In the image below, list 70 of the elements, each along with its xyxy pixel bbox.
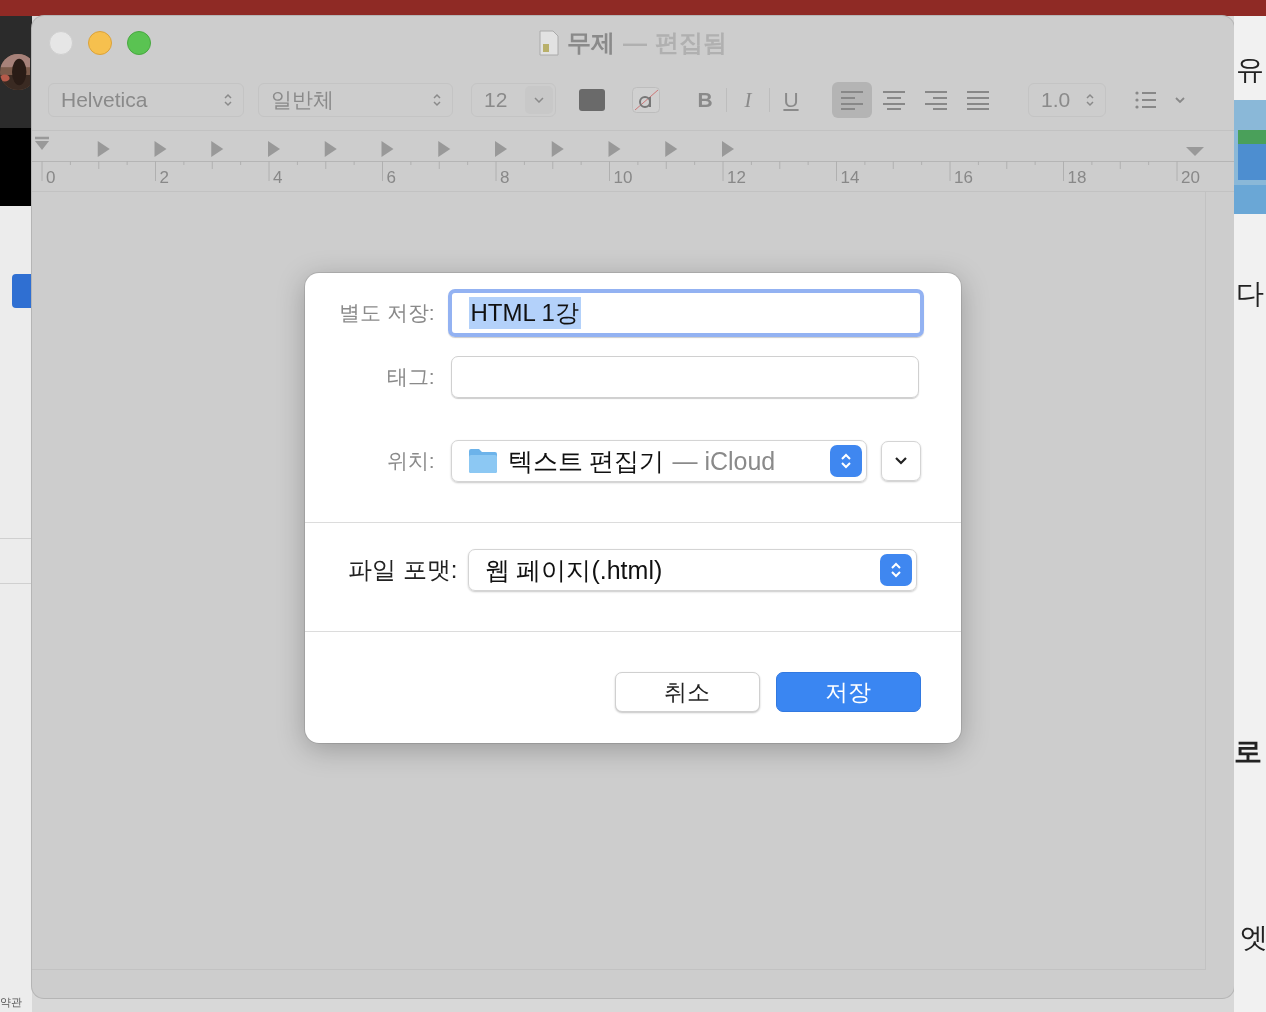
font-popup[interactable]: Helvetica: [48, 83, 244, 117]
expand-button[interactable]: [880, 441, 921, 481]
zoom-button[interactable]: [127, 31, 151, 55]
ruler-number: 8: [500, 168, 510, 187]
tab-stop-icon[interactable]: [495, 141, 507, 157]
window-title: 무제: [567, 28, 615, 58]
bold-button[interactable]: B: [692, 88, 718, 112]
stepper-icon: [829, 445, 862, 477]
stepper-icon: [879, 554, 912, 586]
align-center-icon: [882, 90, 906, 110]
updown-arrows-icon: [1085, 92, 1095, 108]
tab-stop-icon[interactable]: [438, 141, 451, 157]
underline-button[interactable]: U: [778, 88, 804, 112]
ruler-number: 20: [1181, 168, 1200, 187]
tab-stop-icon[interactable]: [551, 141, 564, 157]
title-separator: —: [623, 29, 647, 57]
location-label: 위치:: [385, 448, 435, 474]
dropdown-button[interactable]: [525, 86, 553, 114]
line-spacing-popup[interactable]: 1.0: [1028, 83, 1106, 117]
align-left-icon: [840, 90, 864, 110]
highlight-color-icon[interactable]: [632, 87, 660, 113]
background-text: 로: [1234, 738, 1262, 766]
align-justify-icon: [966, 90, 990, 110]
minimize-button[interactable]: [88, 31, 112, 55]
updown-arrows-icon: [432, 92, 442, 108]
font-size-field[interactable]: 12: [471, 83, 556, 117]
background-text: 엣: [1240, 924, 1266, 952]
footer-link[interactable]: 약관: [0, 995, 32, 1012]
folder-icon: [467, 448, 498, 474]
tab-stop-icon[interactable]: [722, 141, 734, 157]
location-popup[interactable]: 텍스트 편집기 — iCloud: [450, 440, 867, 482]
close-button[interactable]: [49, 31, 73, 55]
right-margin-marker-icon[interactable]: [1186, 147, 1204, 156]
save-button[interactable]: 저장: [775, 672, 921, 712]
typeface-popup[interactable]: 일반체: [258, 83, 453, 117]
background-text: 유: [1236, 56, 1264, 84]
italic-button[interactable]: I: [735, 87, 761, 113]
cancel-button[interactable]: 취소: [614, 672, 760, 712]
tab-stop-icon[interactable]: [608, 141, 621, 157]
tags-field[interactable]: [450, 356, 919, 398]
ruler-number: 6: [386, 168, 396, 187]
ruler-number: 4: [273, 168, 283, 187]
file-format-label: 파일 포맷:: [347, 555, 458, 585]
updown-arrows-icon: [223, 92, 233, 108]
tab-stop-icon[interactable]: [211, 141, 224, 157]
indent-marker-icon[interactable]: [35, 136, 49, 150]
ruler-number: 2: [159, 168, 169, 187]
align-left-button[interactable]: [832, 82, 872, 118]
ruler-number: 0: [46, 168, 56, 187]
ruler-number: 10: [613, 168, 633, 187]
document-icon: [539, 30, 559, 56]
tab-stop-icon[interactable]: [665, 141, 678, 157]
tab-stop-icon[interactable]: [381, 141, 394, 157]
tab-stop-icon[interactable]: [324, 141, 337, 157]
file-format-popup[interactable]: 웹 페이지(.html): [467, 549, 917, 591]
align-right-icon: [924, 90, 948, 110]
tab-stop-icon[interactable]: [97, 141, 110, 157]
text-color-well[interactable]: [579, 89, 605, 111]
background-text: 다: [1236, 280, 1264, 308]
ruler-number: 12: [727, 168, 746, 187]
tab-stop-icon[interactable]: [154, 141, 167, 157]
ruler-number: 14: [840, 168, 860, 187]
chevron-down-icon: [534, 97, 544, 103]
ruler-number: 16: [954, 168, 973, 187]
chevron-down-icon: [893, 456, 908, 466]
ruler-number: 18: [1067, 168, 1087, 187]
tags-label: 태그:: [385, 364, 435, 390]
file-name-field[interactable]: HTML 1강: [447, 289, 924, 337]
save-as-label: 별도 저장:: [337, 300, 435, 326]
tab-stop-icon[interactable]: [268, 141, 280, 157]
